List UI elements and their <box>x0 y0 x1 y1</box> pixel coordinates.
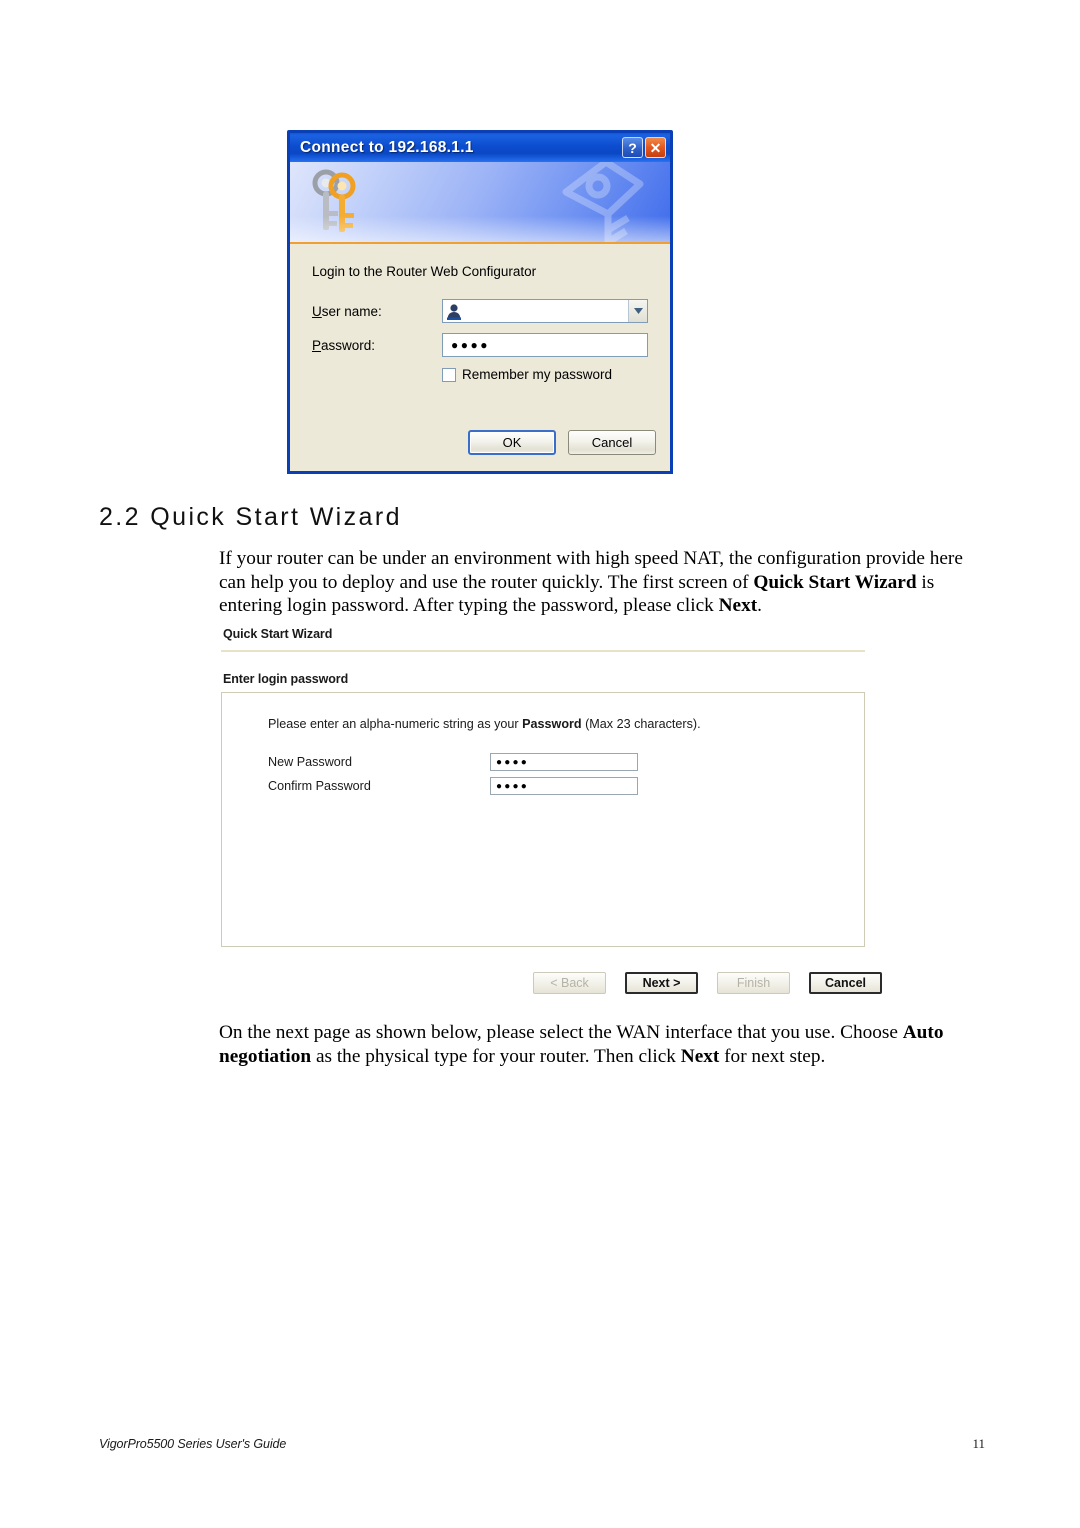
password-row: Password: ●●●● <box>312 333 648 357</box>
confirm-password-label: Confirm Password <box>268 779 371 793</box>
wizard-divider <box>221 650 865 652</box>
dialog-footer: OK Cancel <box>468 430 656 455</box>
cancel-button[interactable]: Cancel <box>568 430 656 455</box>
dialog-titlebar[interactable]: Connect to 192.168.1.1 ? ✕ <box>290 133 670 162</box>
username-combobox[interactable] <box>442 299 648 323</box>
close-icon[interactable]: ✕ <box>645 137 666 158</box>
titlebar-buttons: ? ✕ <box>622 137 666 158</box>
username-label: User name: <box>312 304 442 319</box>
document-footer: VigorPro5500 Series User's Guide 11 <box>99 1436 985 1452</box>
remember-password-label: Remember my password <box>462 367 613 382</box>
dialog-banner <box>290 162 670 244</box>
password-label-rest: assword: <box>321 337 376 353</box>
wizard-panel: Please enter an alpha-numeric string as … <box>221 692 865 947</box>
para1-bold-2: Next <box>718 595 758 616</box>
chevron-down-icon[interactable] <box>628 300 647 322</box>
hint-text-1: Please enter an alpha-numeric string as … <box>268 717 523 731</box>
wizard-title: Quick Start Wizard <box>223 627 333 641</box>
help-glyph: ? <box>628 139 637 156</box>
para2-text-1: On the next page as shown below, please … <box>219 1022 903 1043</box>
para2-bold-2: Next <box>680 1045 720 1067</box>
finish-button[interactable]: Finish <box>717 972 790 994</box>
confirm-password-row: Confirm Password ●●●● <box>268 777 638 795</box>
back-button[interactable]: < Back <box>533 972 606 994</box>
hint-bold: Password <box>522 717 582 731</box>
wizard-cancel-button[interactable]: Cancel <box>809 972 882 994</box>
next-button[interactable]: Next > <box>625 972 698 994</box>
intro-paragraph: If your router can be under an environme… <box>219 547 967 618</box>
para2-text-3: for next step. <box>719 1045 826 1067</box>
new-password-input[interactable]: ●●●● <box>490 753 638 771</box>
password-hint: Please enter an alpha-numeric string as … <box>268 717 701 731</box>
user-icon <box>447 304 461 320</box>
wizard-button-row: < Back Next > Finish Cancel <box>533 972 882 994</box>
username-label-rest: ser name: <box>321 303 382 319</box>
new-password-row: New Password ●●●● <box>268 753 638 771</box>
remember-password-row[interactable]: Remember my password <box>442 367 648 382</box>
hint-text-2: (Max 23 characters). <box>581 717 701 731</box>
password-label: Password: <box>312 338 442 353</box>
para2-text-2: as the physical type for your router. Th… <box>311 1045 681 1067</box>
remember-password-checkbox[interactable] <box>442 367 456 382</box>
footer-guide-name: VigorPro5500 Series User's Guide <box>99 1437 287 1451</box>
username-label-accesskey: U <box>312 303 322 319</box>
dialog-title: Connect to 192.168.1.1 <box>300 138 474 156</box>
next-page-paragraph: On the next page as shown below, please … <box>219 1021 947 1068</box>
quick-start-wizard-screenshot: Quick Start Wizard Enter login password … <box>221 627 882 994</box>
password-label-accesskey: P <box>312 337 322 353</box>
wizard-section-header: Enter login password <box>223 672 349 686</box>
help-icon[interactable]: ? <box>622 137 643 158</box>
close-glyph: ✕ <box>649 139 662 156</box>
connect-credentials-dialog: Connect to 192.168.1.1 ? ✕ Login to the … <box>287 130 673 474</box>
footer-page-number: 11 <box>972 1436 985 1451</box>
new-password-label: New Password <box>268 755 352 769</box>
para1-bold-1: Quick Start Wizard <box>753 571 917 593</box>
username-row: User name: <box>312 299 648 323</box>
dialog-body: Login to the Router Web Configurator Use… <box>290 244 670 382</box>
confirm-password-input[interactable]: ●●●● <box>490 777 638 795</box>
ok-button[interactable]: OK <box>468 430 556 455</box>
para1-text-3: . <box>757 595 762 616</box>
banner-fade <box>290 216 670 242</box>
page-title: 2.2 Quick Start Wizard <box>99 503 402 531</box>
password-input[interactable]: ●●●● <box>442 333 648 357</box>
login-prompt: Login to the Router Web Configurator <box>312 264 537 279</box>
